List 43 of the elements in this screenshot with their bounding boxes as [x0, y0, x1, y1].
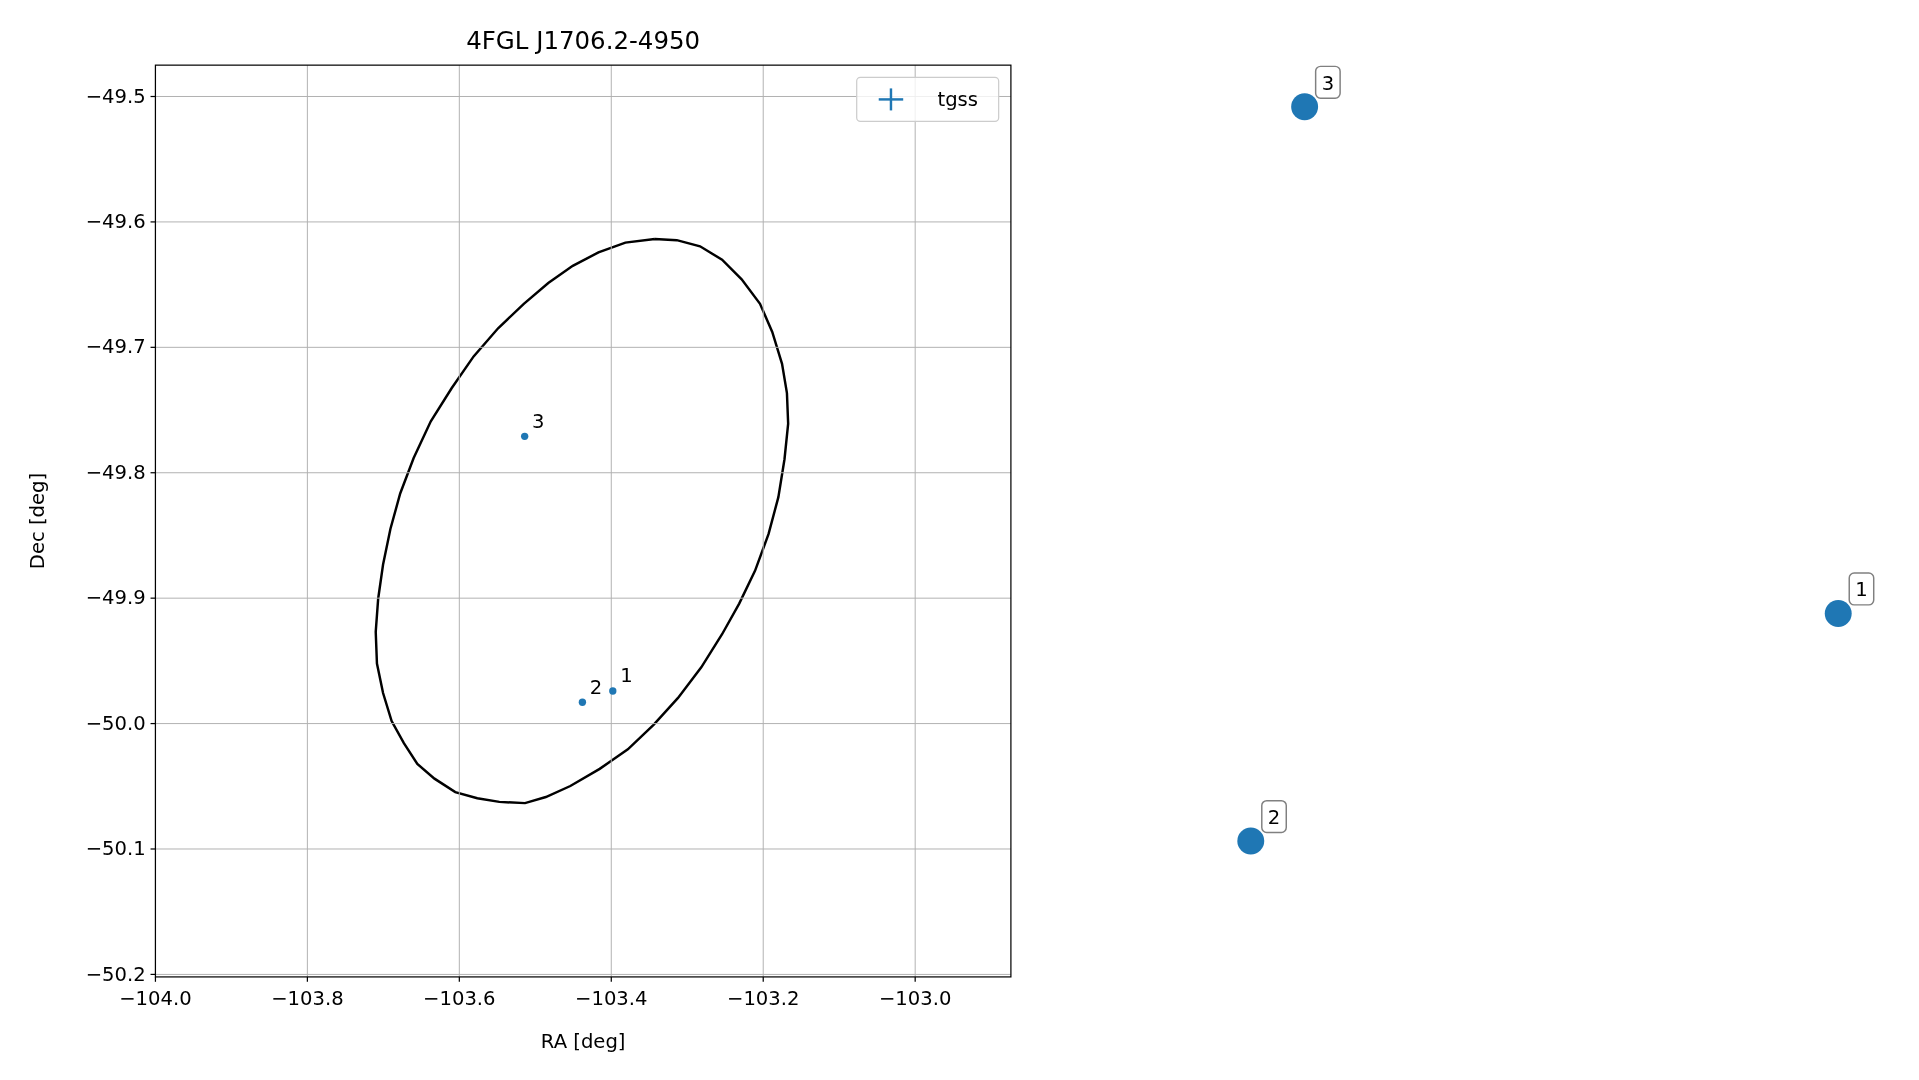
- tick-label: −50.0: [85, 711, 146, 735]
- tick-label: −104.0: [119, 987, 192, 1011]
- errorbar-icon: [878, 88, 904, 111]
- annotation-label: 1: [1848, 572, 1875, 606]
- tick-label: −103.4: [575, 987, 648, 1011]
- point-label: 1: [620, 664, 633, 688]
- marker-dot: [1824, 599, 1852, 627]
- tick-mark: [149, 722, 157, 725]
- tick-label: −49.8: [85, 460, 146, 484]
- tick-mark: [914, 976, 916, 983]
- data-point: [521, 432, 529, 441]
- legend-label: tgss: [937, 87, 978, 111]
- tick-label: −103.2: [727, 987, 800, 1011]
- tick-mark: [149, 597, 157, 599]
- tick-label: −50.2: [85, 962, 146, 986]
- chart-title: 4FGL J1706.2-4950: [466, 26, 701, 56]
- tick-label: −103.6: [423, 987, 496, 1011]
- tick-label: −49.5: [85, 84, 146, 108]
- tick-label: −103.8: [271, 987, 344, 1011]
- annotation-label: 3: [1314, 65, 1341, 99]
- x-axis-label: RA [deg]: [540, 1029, 626, 1053]
- tick-mark: [149, 346, 157, 348]
- marker-dot: [1237, 827, 1265, 855]
- tick-label: −50.1: [85, 837, 146, 861]
- tick-mark: [762, 976, 764, 983]
- y-axis-label: Dec [deg]: [26, 472, 50, 570]
- tick-mark: [149, 221, 157, 223]
- marker-dot: [1291, 93, 1319, 121]
- tick-label: −49.9: [85, 586, 146, 610]
- point-label: 3: [532, 409, 545, 433]
- data-point: [578, 698, 587, 706]
- tick-mark: [149, 95, 157, 98]
- tick-mark: [610, 976, 612, 983]
- tick-label: −103.0: [878, 987, 952, 1011]
- tick-mark: [458, 976, 460, 983]
- tick-label: −49.6: [85, 210, 146, 234]
- tick-mark: [149, 848, 157, 850]
- tick-mark: [306, 976, 308, 983]
- data-point: [609, 687, 617, 695]
- tick-label: −49.7: [85, 335, 146, 359]
- point-label: 2: [589, 675, 603, 699]
- annotation-label: 2: [1261, 799, 1287, 834]
- tick-mark: [149, 472, 157, 474]
